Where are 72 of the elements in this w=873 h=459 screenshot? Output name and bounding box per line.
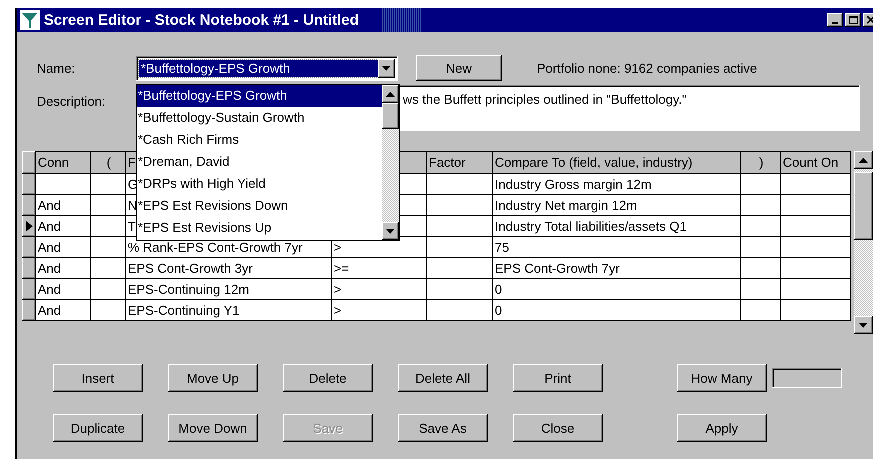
new-button[interactable]: New <box>416 55 502 81</box>
vertical-scrollbar[interactable] <box>854 151 873 334</box>
list-item[interactable]: *Cash Rich Firms <box>137 129 382 151</box>
row-selector[interactable] <box>22 152 36 174</box>
table-cell: And <box>36 236 90 258</box>
row-selector[interactable] <box>22 300 36 320</box>
name-label: Name: <box>37 60 76 76</box>
column-header[interactable]: ) <box>740 152 780 174</box>
table-cell: 0 <box>492 300 740 320</box>
minimize-icon <box>832 22 838 24</box>
action-button[interactable]: Print <box>513 364 603 392</box>
row-selector[interactable] <box>22 174 36 194</box>
minimize-button[interactable] <box>827 13 843 27</box>
action-button[interactable]: Close <box>513 414 603 442</box>
row-selector[interactable] <box>22 258 36 278</box>
action-button[interactable]: Insert <box>53 364 143 392</box>
column-header[interactable]: Factor <box>426 152 492 174</box>
table-cell: 0 <box>492 278 740 300</box>
count-field <box>772 368 842 388</box>
maximize-icon <box>848 16 858 24</box>
table-cell: 75 <box>492 236 740 258</box>
description-label: Description: <box>37 93 107 111</box>
row-selector[interactable] <box>22 216 36 236</box>
table-cell: And <box>36 216 90 236</box>
scrollbar-thumb[interactable] <box>854 172 873 240</box>
action-button[interactable]: Move Up <box>168 364 258 392</box>
table-cell: And <box>36 278 90 300</box>
table-cell: Industry Net margin 12m <box>492 194 740 216</box>
list-item[interactable]: *Dreman, David <box>137 151 382 173</box>
list-item[interactable]: *Buffettology-Sustain Growth <box>137 107 382 129</box>
column-header[interactable]: ( <box>90 152 126 174</box>
table-cell: And <box>36 300 90 320</box>
action-button[interactable]: Move Down <box>168 414 258 442</box>
table-cell: EPS-Continuing Y1 <box>126 300 332 320</box>
dropdown-button[interactable] <box>378 58 395 78</box>
table-cell: EPS Cont-Growth 7yr <box>492 258 740 278</box>
action-button[interactable]: How Many <box>677 364 767 392</box>
action-button[interactable]: Delete All <box>398 364 488 392</box>
column-header[interactable]: Count On <box>780 152 850 174</box>
table-cell: EPS-Continuing 12m <box>126 278 332 300</box>
action-button[interactable]: Delete <box>283 364 373 392</box>
name-dropdown[interactable]: *Buffettology-EPS Growth <box>136 56 398 80</box>
title-bar-pattern <box>381 8 422 32</box>
table-cell: EPS Cont-Growth 3yr <box>126 258 332 278</box>
action-button[interactable]: Apply <box>677 414 767 442</box>
window-title: Screen Editor - Stock Notebook #1 - Untitled <box>44 12 360 28</box>
table-cell: Industry Gross margin 12m <box>492 174 740 194</box>
list-item[interactable]: *Buffettology-EPS Growth <box>137 85 382 107</box>
table-cell: And <box>36 194 90 216</box>
action-button[interactable]: Save As <box>398 414 488 442</box>
action-button[interactable]: Duplicate <box>53 414 143 442</box>
column-header[interactable]: Compare To (field, value, industry) <box>492 152 740 174</box>
row-selector[interactable] <box>22 194 36 216</box>
table-cell: >= <box>332 258 426 278</box>
status-text: Portfolio none: 9162 companies active <box>537 60 758 76</box>
funnel-icon <box>20 10 40 30</box>
row-selector[interactable] <box>22 236 36 258</box>
row-selector[interactable] <box>22 278 36 300</box>
table-cell: Industry Total liabilities/assets Q1 <box>492 216 740 236</box>
up-arrow-icon[interactable] <box>859 158 868 162</box>
down-arrow-icon[interactable] <box>859 322 868 328</box>
maximize-button[interactable] <box>845 13 861 27</box>
down-arrow-icon[interactable] <box>386 228 395 234</box>
column-header[interactable]: Conn <box>36 152 90 174</box>
close-icon <box>867 16 873 24</box>
table-cell: And <box>36 258 90 278</box>
up-arrow-icon[interactable] <box>386 92 395 96</box>
scrollbar-thumb[interactable] <box>382 103 399 129</box>
table-cell: > <box>332 300 426 320</box>
table-cell: > <box>332 278 426 300</box>
caret-icon <box>382 66 391 70</box>
list-scrollbar[interactable] <box>382 85 399 240</box>
